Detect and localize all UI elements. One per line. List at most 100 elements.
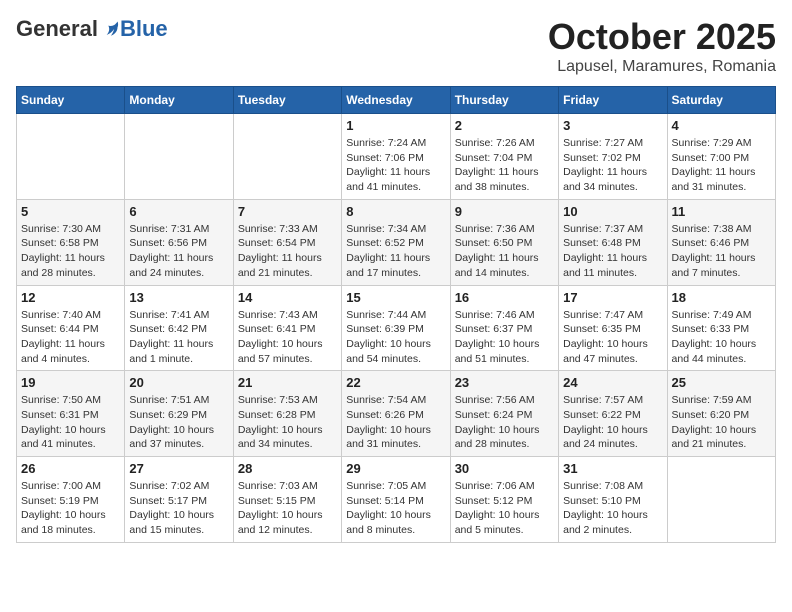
month-title: October 2025	[548, 16, 776, 58]
day-info: Sunrise: 7:38 AMSunset: 6:46 PMDaylight:…	[672, 222, 771, 281]
calendar-cell: 2 Sunrise: 7:26 AMSunset: 7:04 PMDaylight…	[450, 114, 558, 200]
calendar-cell: 31 Sunrise: 7:08 AMSunset: 5:10 PMDayligh…	[559, 457, 667, 543]
day-info: Sunrise: 7:37 AMSunset: 6:48 PMDaylight:…	[563, 222, 662, 281]
day-info: Sunrise: 7:34 AMSunset: 6:52 PMDaylight:…	[346, 222, 445, 281]
day-number: 17	[563, 290, 662, 305]
calendar-cell: 18 Sunrise: 7:49 AMSunset: 6:33 PMDayligh…	[667, 285, 775, 371]
logo-general-text: General	[16, 16, 98, 42]
calendar-cell: 6Sunrise: 7:31 AMSunset: 6:56 PMDaylight…	[125, 199, 233, 285]
calendar-header-saturday: Saturday	[667, 87, 775, 114]
day-info: Sunrise: 7:33 AMSunset: 6:54 PMDaylight:…	[238, 222, 337, 281]
calendar-cell: 1 Sunrise: 7:24 AMSunset: 7:06 PMDaylight…	[342, 114, 450, 200]
calendar-cell: 28 Sunrise: 7:03 AMSunset: 5:15 PMDayligh…	[233, 457, 341, 543]
calendar-cell: 15 Sunrise: 7:44 AMSunset: 6:39 PMDayligh…	[342, 285, 450, 371]
day-info: Sunrise: 7:41 AMSunset: 6:42 PMDaylight:…	[129, 308, 228, 367]
calendar-cell: 13Sunrise: 7:41 AMSunset: 6:42 PMDayligh…	[125, 285, 233, 371]
day-info: Sunrise: 7:03 AMSunset: 5:15 PMDaylight:…	[238, 479, 337, 538]
page-header: General Blue October 2025 Lapusel, Maram…	[16, 16, 776, 76]
calendar-cell	[17, 114, 125, 200]
day-number: 31	[563, 461, 662, 476]
calendar-cell	[233, 114, 341, 200]
calendar-cell: 22 Sunrise: 7:54 AMSunset: 6:26 PMDayligh…	[342, 371, 450, 457]
day-info: Sunrise: 7:24 AMSunset: 7:06 PMDaylight:…	[346, 136, 445, 195]
calendar-cell: 23Sunrise: 7:56 AMSunset: 6:24 PMDayligh…	[450, 371, 558, 457]
day-number: 12	[21, 290, 120, 305]
day-info: Sunrise: 7:40 AMSunset: 6:44 PMDaylight:…	[21, 308, 120, 367]
day-number: 2	[455, 118, 554, 133]
day-number: 25	[672, 375, 771, 390]
day-info: Sunrise: 7:27 AMSunset: 7:02 PMDaylight:…	[563, 136, 662, 195]
day-number: 19	[21, 375, 120, 390]
day-number: 8	[346, 204, 445, 219]
day-number: 9	[455, 204, 554, 219]
day-number: 29	[346, 461, 445, 476]
calendar-cell: 12 Sunrise: 7:40 AMSunset: 6:44 PMDayligh…	[17, 285, 125, 371]
calendar-week-row: 26Sunrise: 7:00 AMSunset: 5:19 PMDayligh…	[17, 457, 776, 543]
calendar-header-tuesday: Tuesday	[233, 87, 341, 114]
day-number: 4	[672, 118, 771, 133]
day-info: Sunrise: 7:57 AMSunset: 6:22 PMDaylight:…	[563, 393, 662, 452]
calendar-cell: 8 Sunrise: 7:34 AMSunset: 6:52 PMDaylight…	[342, 199, 450, 285]
calendar-cell: 9 Sunrise: 7:36 AMSunset: 6:50 PMDaylight…	[450, 199, 558, 285]
calendar-cell: 21 Sunrise: 7:53 AMSunset: 6:28 PMDayligh…	[233, 371, 341, 457]
logo-bird-icon	[100, 19, 120, 39]
day-number: 1	[346, 118, 445, 133]
day-info: Sunrise: 7:05 AMSunset: 5:14 PMDaylight:…	[346, 479, 445, 538]
day-number: 27	[129, 461, 228, 476]
day-info: Sunrise: 7:56 AMSunset: 6:24 PMDaylight:…	[455, 393, 554, 452]
calendar-week-row: 19 Sunrise: 7:50 AMSunset: 6:31 PMDayligh…	[17, 371, 776, 457]
calendar-cell: 5 Sunrise: 7:30 AMSunset: 6:58 PMDaylight…	[17, 199, 125, 285]
day-number: 7	[238, 204, 337, 219]
day-info: Sunrise: 7:26 AMSunset: 7:04 PMDaylight:…	[455, 136, 554, 195]
day-info: Sunrise: 7:30 AMSunset: 6:58 PMDaylight:…	[21, 222, 120, 281]
day-number: 3	[563, 118, 662, 133]
day-info: Sunrise: 7:36 AMSunset: 6:50 PMDaylight:…	[455, 222, 554, 281]
title-block: October 2025 Lapusel, Maramures, Romania	[548, 16, 776, 76]
calendar-header-wednesday: Wednesday	[342, 87, 450, 114]
day-info: Sunrise: 7:54 AMSunset: 6:26 PMDaylight:…	[346, 393, 445, 452]
calendar-header-friday: Friday	[559, 87, 667, 114]
day-info: Sunrise: 7:51 AMSunset: 6:29 PMDaylight:…	[129, 393, 228, 452]
day-number: 21	[238, 375, 337, 390]
calendar-cell: 30 Sunrise: 7:06 AMSunset: 5:12 PMDayligh…	[450, 457, 558, 543]
calendar-week-row: 1 Sunrise: 7:24 AMSunset: 7:06 PMDaylight…	[17, 114, 776, 200]
day-number: 10	[563, 204, 662, 219]
calendar-cell: 4 Sunrise: 7:29 AMSunset: 7:00 PMDaylight…	[667, 114, 775, 200]
day-number: 28	[238, 461, 337, 476]
day-number: 11	[672, 204, 771, 219]
calendar-cell	[667, 457, 775, 543]
calendar-cell: 27Sunrise: 7:02 AMSunset: 5:17 PMDayligh…	[125, 457, 233, 543]
day-info: Sunrise: 7:50 AMSunset: 6:31 PMDaylight:…	[21, 393, 120, 452]
calendar-cell: 20Sunrise: 7:51 AMSunset: 6:29 PMDayligh…	[125, 371, 233, 457]
day-number: 5	[21, 204, 120, 219]
calendar-week-row: 5 Sunrise: 7:30 AMSunset: 6:58 PMDaylight…	[17, 199, 776, 285]
day-number: 26	[21, 461, 120, 476]
day-number: 30	[455, 461, 554, 476]
calendar-cell: 7 Sunrise: 7:33 AMSunset: 6:54 PMDaylight…	[233, 199, 341, 285]
calendar-cell: 29 Sunrise: 7:05 AMSunset: 5:14 PMDayligh…	[342, 457, 450, 543]
day-number: 22	[346, 375, 445, 390]
calendar-cell: 16Sunrise: 7:46 AMSunset: 6:37 PMDayligh…	[450, 285, 558, 371]
day-number: 16	[455, 290, 554, 305]
location: Lapusel, Maramures, Romania	[548, 58, 776, 76]
day-info: Sunrise: 7:53 AMSunset: 6:28 PMDaylight:…	[238, 393, 337, 452]
calendar-cell: 10 Sunrise: 7:37 AMSunset: 6:48 PMDayligh…	[559, 199, 667, 285]
day-number: 18	[672, 290, 771, 305]
day-number: 6	[129, 204, 228, 219]
calendar-header-monday: Monday	[125, 87, 233, 114]
day-info: Sunrise: 7:44 AMSunset: 6:39 PMDaylight:…	[346, 308, 445, 367]
calendar-cell: 25Sunrise: 7:59 AMSunset: 6:20 PMDayligh…	[667, 371, 775, 457]
day-info: Sunrise: 7:29 AMSunset: 7:00 PMDaylight:…	[672, 136, 771, 195]
day-info: Sunrise: 7:49 AMSunset: 6:33 PMDaylight:…	[672, 308, 771, 367]
day-info: Sunrise: 7:06 AMSunset: 5:12 PMDaylight:…	[455, 479, 554, 538]
day-info: Sunrise: 7:08 AMSunset: 5:10 PMDaylight:…	[563, 479, 662, 538]
calendar-cell: 26Sunrise: 7:00 AMSunset: 5:19 PMDayligh…	[17, 457, 125, 543]
day-number: 15	[346, 290, 445, 305]
calendar-week-row: 12 Sunrise: 7:40 AMSunset: 6:44 PMDayligh…	[17, 285, 776, 371]
calendar-cell: 11 Sunrise: 7:38 AMSunset: 6:46 PMDayligh…	[667, 199, 775, 285]
calendar-cell	[125, 114, 233, 200]
logo-blue-text: Blue	[120, 16, 168, 42]
logo: General Blue	[16, 16, 168, 42]
day-number: 14	[238, 290, 337, 305]
day-number: 24	[563, 375, 662, 390]
